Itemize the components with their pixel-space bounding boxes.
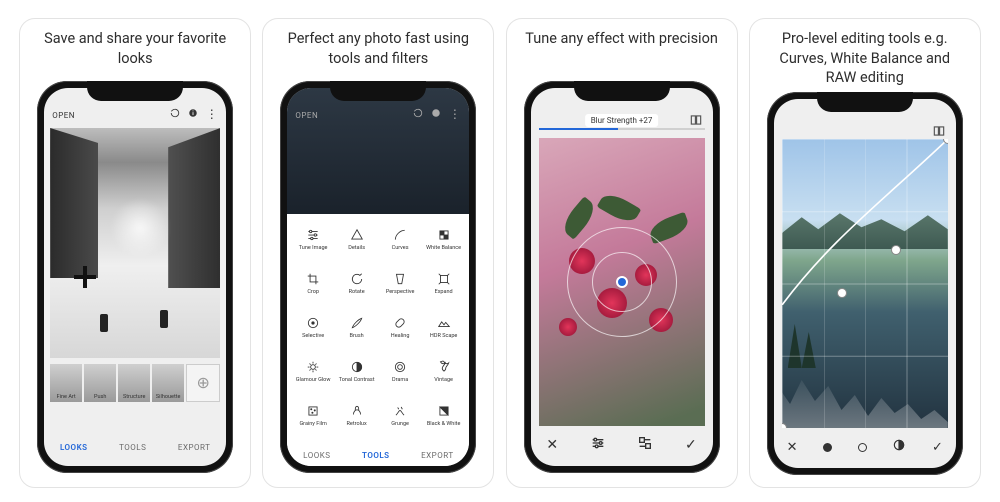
look-thumb[interactable]: Structure [118, 364, 150, 402]
tool-glamour-glow[interactable]: Glamour Glow [291, 350, 335, 394]
tool-grainy-film[interactable]: Grainy Film [291, 394, 335, 438]
screenshot-panel-2: Perfect any photo fast using tools and f… [262, 18, 494, 488]
tool-details[interactable]: Details [335, 218, 379, 262]
screenshot-panel-4: Pro-level editing tools e.g. Curves, Whi… [749, 18, 981, 488]
tool-tonal-contrast[interactable]: Tonal Contrast [335, 350, 379, 394]
screenshot-panel-1: Save and share your favorite looks OPEN … [19, 18, 251, 488]
add-look-button[interactable]: ⊕ [186, 364, 220, 402]
tools-grid: Tune Image Details Curves White Balance … [287, 214, 469, 466]
phone-screen: ✕ ✓ [774, 99, 956, 468]
phone-screen: Blur Strength +27 ✕ ✓ [531, 88, 713, 466]
tool-retrolux[interactable]: Retrolux [335, 394, 379, 438]
look-thumb[interactable]: Push [84, 364, 116, 402]
phone-frame: Blur Strength +27 ✕ ✓ [524, 81, 720, 473]
looks-strip: Fine Art Push Structure Silhouette ⊕ [44, 364, 226, 402]
phone-notch [574, 81, 670, 101]
tool-drama[interactable]: Drama [378, 350, 422, 394]
tool-black-white[interactable]: Black & White [422, 394, 466, 438]
tool-white-balance[interactable]: White Balance [422, 218, 466, 262]
phone-frame: ✕ ✓ [767, 92, 963, 475]
tool-tune-image[interactable]: Tune Image [291, 218, 335, 262]
channel-luminance-icon[interactable] [823, 443, 832, 452]
tool-brush[interactable]: Brush [335, 306, 379, 350]
main-photo[interactable] [782, 139, 948, 428]
tool-rotate[interactable]: Rotate [335, 262, 379, 306]
look-thumb[interactable]: Silhouette [152, 364, 184, 402]
phone-frame: OPEN ⋮ Fine Art Push [37, 81, 233, 473]
phone-screen: OPEN ⋮ Fine Art Push [44, 88, 226, 466]
dimmed-photo-area: OPEN ⋮ [287, 88, 469, 214]
confirm-button[interactable]: ✓ [685, 437, 697, 453]
open-button[interactable]: OPEN [295, 111, 318, 120]
look-thumb[interactable]: Fine Art [50, 364, 82, 402]
info-icon[interactable] [431, 108, 441, 120]
tool-grunge[interactable]: Grunge [378, 394, 422, 438]
adjustment-value-chip: Blur Strength +27 [585, 114, 659, 127]
phone-frame: OPEN ⋮ Tune Image Details Curves White B… [280, 81, 476, 473]
cancel-button[interactable]: ✕ [787, 440, 798, 455]
adjustment-slider[interactable] [539, 128, 705, 130]
tool-curves[interactable]: Curves [378, 218, 422, 262]
curve-handle[interactable] [837, 288, 847, 298]
cancel-button[interactable]: ✕ [546, 437, 558, 453]
tool-perspective[interactable]: Perspective [378, 262, 422, 306]
undo-icon[interactable] [170, 108, 180, 120]
focus-point-handle[interactable] [616, 276, 628, 288]
panel-headline: Perfect any photo fast using tools and f… [273, 29, 483, 81]
tool-crop[interactable]: Crop [291, 262, 335, 306]
nav-export[interactable]: EXPORT [178, 443, 211, 452]
panel-headline: Save and share your favorite looks [30, 29, 240, 81]
tool-vintage[interactable]: Vintage [422, 350, 466, 394]
phone-notch [330, 81, 426, 101]
nav-export[interactable]: EXPORT [421, 451, 454, 460]
confirm-button[interactable]: ✓ [932, 440, 943, 455]
channel-red-icon[interactable] [858, 443, 867, 452]
main-photo[interactable] [50, 128, 220, 358]
main-photo[interactable] [539, 138, 705, 426]
nav-tools[interactable]: TOOLS [362, 451, 390, 460]
open-button[interactable]: OPEN [52, 111, 75, 120]
tool-expand[interactable]: Expand [422, 262, 466, 306]
info-icon[interactable] [188, 108, 198, 120]
curve-handle[interactable] [891, 245, 901, 255]
effects-icon[interactable] [637, 435, 653, 455]
edit-action-bar: ✕ ✓ [774, 432, 956, 462]
contrast-icon[interactable] [892, 438, 906, 456]
phone-screen: OPEN ⋮ Tune Image Details Curves White B… [287, 88, 469, 466]
tool-hdr-scape[interactable]: HDR Scape [422, 306, 466, 350]
panel-headline: Tune any effect with precision [521, 29, 722, 81]
edit-action-bar: ✕ ✓ [531, 430, 713, 460]
overflow-menu-icon[interactable]: ⋮ [206, 109, 219, 119]
adjust-icon[interactable] [590, 435, 606, 455]
overflow-menu-icon[interactable]: ⋮ [449, 109, 462, 119]
tool-healing[interactable]: Healing [378, 306, 422, 350]
nav-looks[interactable]: LOOKS [60, 443, 88, 452]
panel-headline: Pro-level editing tools e.g. Curves, Whi… [760, 29, 970, 92]
compare-icon[interactable] [932, 123, 946, 137]
compare-icon[interactable] [689, 112, 703, 126]
nav-tools[interactable]: TOOLS [119, 443, 146, 452]
phone-notch [817, 92, 913, 112]
phone-notch [87, 81, 183, 101]
nav-looks[interactable]: LOOKS [303, 451, 330, 460]
screenshot-panel-3: Tune any effect with precision Blur Stre… [506, 18, 738, 488]
bottom-nav: LOOKS TOOLS EXPORT [287, 447, 469, 460]
undo-icon[interactable] [413, 108, 423, 120]
tool-selective[interactable]: Selective [291, 306, 335, 350]
curve-line[interactable] [782, 139, 948, 305]
bottom-nav: LOOKS TOOLS EXPORT [44, 437, 226, 458]
